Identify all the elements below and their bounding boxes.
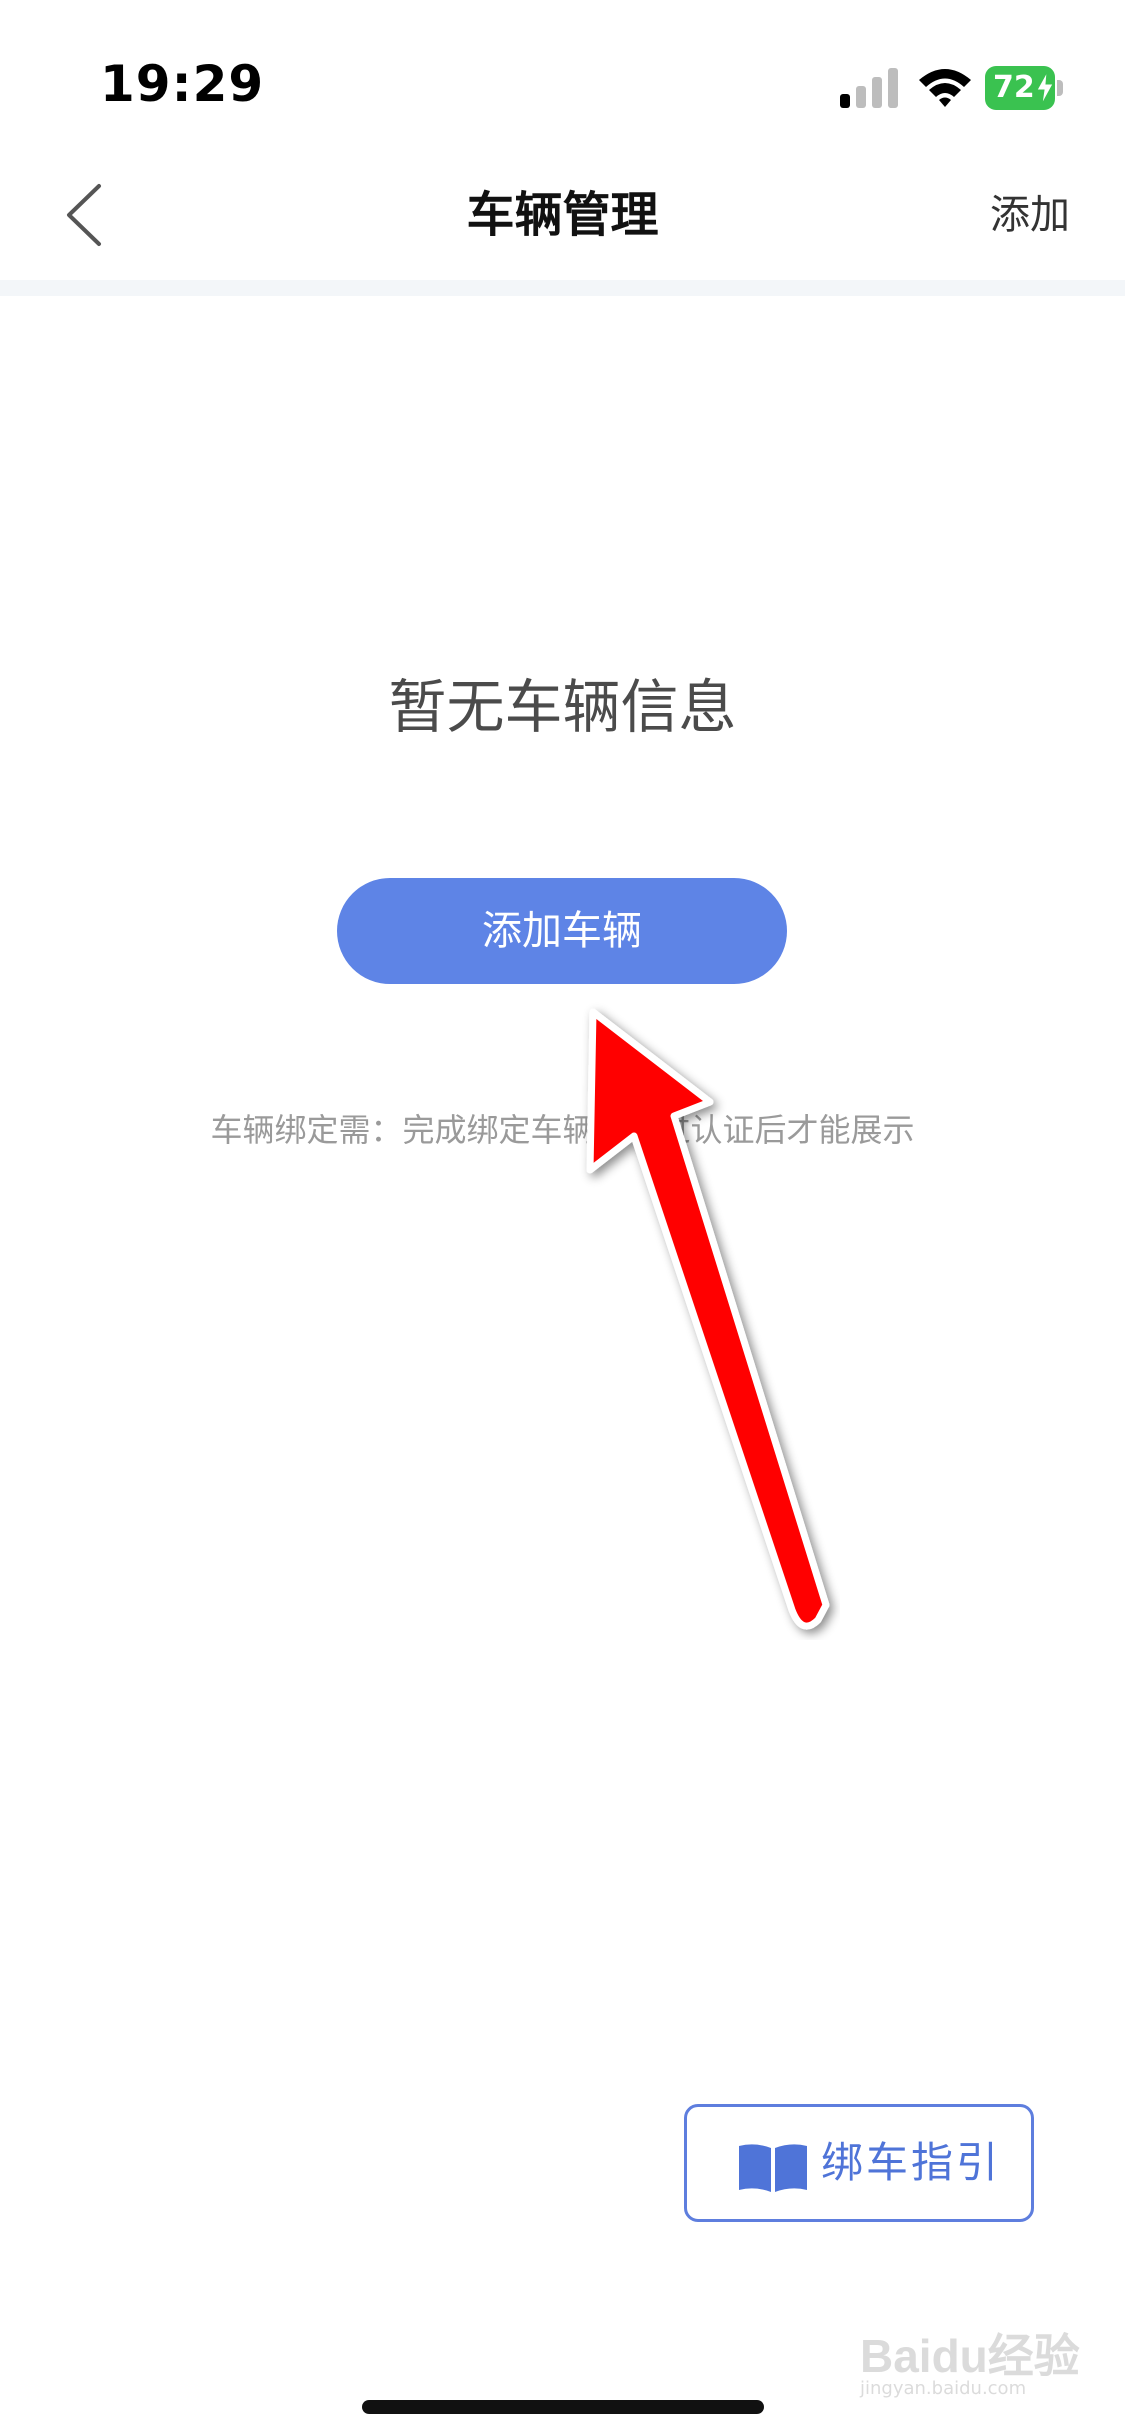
- binding-hint-text: 车辆绑定需：完成绑定车辆并通过认证后才能展示: [210, 1111, 915, 1149]
- baidu-watermark: Baidu经验 jingyan.baidu.com: [860, 2320, 1100, 2400]
- home-indicator[interactable]: [362, 2400, 764, 2414]
- charging-bolt-icon: [1036, 72, 1054, 104]
- add-vehicle-button[interactable]: 添加车辆: [337, 878, 787, 984]
- battery-cap: [1057, 80, 1063, 96]
- page-title: 车辆管理: [466, 187, 659, 243]
- status-time: 19:29: [100, 55, 265, 113]
- navigation-bar: 车辆管理 添加: [0, 150, 1125, 280]
- add-button[interactable]: 添加: [990, 180, 1070, 250]
- empty-state-message: 暂无车辆信息: [388, 673, 737, 741]
- nav-divider: [0, 280, 1125, 296]
- battery-icon: 72: [985, 66, 1065, 110]
- annotation-arrow: [586, 1008, 830, 1630]
- watermark-subtext: jingyan.baidu.com: [860, 2378, 1027, 2399]
- book-icon: [739, 2144, 807, 2192]
- binding-guide-label: 绑车指引: [821, 2138, 1002, 2187]
- signal-icon: [840, 68, 898, 108]
- wifi-icon: [919, 69, 971, 107]
- binding-guide-button[interactable]: 绑车指引: [684, 2104, 1034, 2222]
- status-bar: 19:29 72: [0, 0, 1125, 150]
- watermark-text: Baidu经验: [860, 2330, 1080, 2382]
